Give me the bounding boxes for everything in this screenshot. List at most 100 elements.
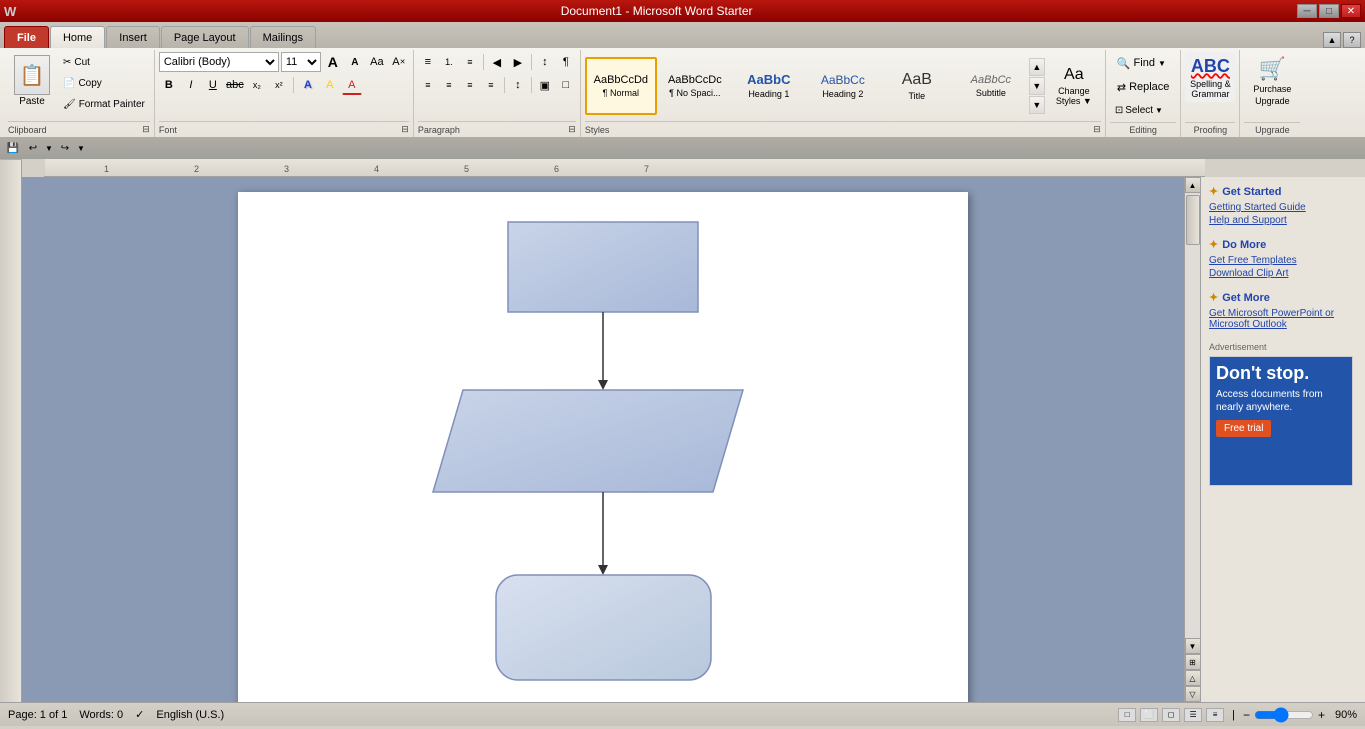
view-outline[interactable]: ☰ <box>1184 708 1202 722</box>
flowchart[interactable] <box>258 212 948 702</box>
ribbon: 📋 Paste ✂ Cut 📄 Copy 🖌 <box>0 48 1365 137</box>
change-case-button[interactable]: Aa <box>367 52 387 72</box>
align-left-button[interactable]: ≡ <box>418 75 438 95</box>
align-right-button[interactable]: ≡ <box>460 75 480 95</box>
flowchart-diamond[interactable] <box>433 390 743 492</box>
shading-button[interactable]: ▣ <box>535 75 555 95</box>
font-shrink-button[interactable]: A <box>345 52 365 72</box>
zoom-out-button[interactable]: − <box>1243 708 1250 722</box>
scrollbar-vertical[interactable]: ▲ ▼ ⊞ △ ▽ <box>1184 177 1200 702</box>
qa-more-button[interactable]: ▼ <box>76 139 86 157</box>
tab-insert[interactable]: Insert <box>106 26 160 48</box>
styles-expand-icon[interactable]: ⊟ <box>1093 124 1101 135</box>
underline-button[interactable]: U <box>203 75 223 95</box>
italic-button[interactable]: I <box>181 75 201 95</box>
powerpoint-outlook-link[interactable]: Get Microsoft PowerPoint or Microsoft Ou… <box>1209 308 1357 330</box>
font-expand-icon[interactable]: ⊟ <box>401 124 409 135</box>
styles-scroll-up[interactable]: ▲ <box>1029 58 1045 76</box>
view-web-layout[interactable]: ◻ <box>1162 708 1180 722</box>
borders-button[interactable]: □ <box>556 75 576 95</box>
close-button[interactable]: ✕ <box>1341 4 1361 18</box>
replace-button[interactable]: ⇄ Replace <box>1110 76 1177 98</box>
numbering-button[interactable]: 1. <box>439 52 459 72</box>
copy-button[interactable]: 📄 Copy <box>58 73 150 93</box>
view-full-screen[interactable]: ⬜ <box>1140 708 1158 722</box>
format-painter-button[interactable]: 🖌 Format Painter <box>58 94 150 114</box>
spelling-button[interactable]: ABC Spelling & Grammar <box>1185 52 1235 102</box>
spell-check-icon[interactable]: ✓ <box>135 708 144 721</box>
select-button[interactable]: ⊡ Select ▼ <box>1110 100 1168 120</box>
line-spacing-button[interactable]: ↕ <box>508 75 528 95</box>
bold-button[interactable]: B <box>159 75 179 95</box>
clipboard-expand-icon[interactable]: ⊟ <box>142 124 150 135</box>
multilevel-button[interactable]: ≡ <box>460 52 480 72</box>
save-button[interactable]: 💾 <box>4 139 22 157</box>
paragraph-expand-icon[interactable]: ⊟ <box>568 124 576 135</box>
scroll-size-button[interactable]: ⊞ <box>1185 654 1201 670</box>
font-family-select[interactable]: Calibri (Body) <box>159 52 279 72</box>
clear-formatting-button[interactable]: A✕ <box>389 52 409 72</box>
strikethrough-button[interactable]: abc <box>225 75 245 95</box>
ribbon-tab-bar: File Home Insert Page Layout Mailings ▲ … <box>0 22 1365 48</box>
cut-button[interactable]: ✂ Cut <box>58 52 150 72</box>
do-more-title[interactable]: ✦ Do More <box>1209 238 1357 251</box>
superscript-button[interactable]: x² <box>269 75 289 95</box>
tab-home[interactable]: Home <box>50 26 105 48</box>
scroll-page-up-button[interactable]: △ <box>1185 670 1201 686</box>
zoom-slider[interactable] <box>1254 711 1314 719</box>
get-started-title[interactable]: ✦ Get Started <box>1209 185 1357 198</box>
sort-button[interactable]: ↕ <box>535 52 555 72</box>
help-button[interactable]: ? <box>1343 32 1361 48</box>
redo-button[interactable]: ↪ <box>56 139 74 157</box>
undo-button[interactable]: ↩ <box>24 139 42 157</box>
style-heading2[interactable]: AaBbCc Heading 2 <box>807 57 879 115</box>
language-info[interactable]: English (U.S.) <box>156 709 224 721</box>
ad-free-trial-button[interactable]: Free trial <box>1216 420 1271 437</box>
style-normal[interactable]: AaBbCcDd ¶ Normal <box>585 57 657 115</box>
minimize-button[interactable]: ─ <box>1297 4 1317 18</box>
ribbon-minimize-button[interactable]: ▲ <box>1323 32 1341 48</box>
purchase-upgrade-button[interactable]: 🛒 Purchase Upgrade <box>1244 52 1300 110</box>
style-subtitle[interactable]: AaBbCc Subtitle <box>955 57 1027 115</box>
align-center-button[interactable]: ≡ <box>439 75 459 95</box>
find-button[interactable]: 🔍 Find ▼ <box>1110 52 1173 74</box>
tab-page-layout[interactable]: Page Layout <box>161 26 249 48</box>
text-effects-button[interactable]: A <box>298 75 318 95</box>
help-support-link[interactable]: Help and Support <box>1209 215 1357 226</box>
tab-mailings[interactable]: Mailings <box>250 26 316 48</box>
highlight-button[interactable]: A <box>320 75 340 95</box>
change-styles-button[interactable]: Aa ChangeStyles ▼ <box>1047 57 1101 115</box>
styles-more[interactable]: ▼ <box>1029 96 1045 114</box>
maximize-button[interactable]: □ <box>1319 4 1339 18</box>
subscript-button[interactable]: x₂ <box>247 75 267 95</box>
scroll-page-down-button[interactable]: ▽ <box>1185 686 1201 702</box>
styles-scroll-down[interactable]: ▼ <box>1029 77 1045 95</box>
font-color-button[interactable]: A <box>342 75 362 95</box>
show-para-button[interactable]: ¶ <box>556 52 576 72</box>
undo-arrow-button[interactable]: ▼ <box>44 139 54 157</box>
increase-indent-button[interactable]: ▶ <box>508 52 528 72</box>
font-size-select[interactable]: 11 <box>281 52 321 72</box>
scroll-down-button[interactable]: ▼ <box>1185 638 1201 654</box>
style-no-spacing[interactable]: AaBbCcDc ¶ No Spaci... <box>659 57 731 115</box>
get-more-title[interactable]: ✦ Get More <box>1209 291 1357 304</box>
view-print-layout[interactable]: □ <box>1118 708 1136 722</box>
style-title[interactable]: AaB Title <box>881 57 953 115</box>
style-heading1[interactable]: AaBbC Heading 1 <box>733 57 805 115</box>
flowchart-rounded-rect[interactable] <box>496 575 711 680</box>
getting-started-guide-link[interactable]: Getting Started Guide <box>1209 202 1357 213</box>
view-draft[interactable]: ≡ <box>1206 708 1224 722</box>
bullets-button[interactable]: ≡ <box>418 52 438 72</box>
free-templates-link[interactable]: Get Free Templates <box>1209 255 1357 266</box>
scroll-thumb[interactable] <box>1186 195 1200 245</box>
justify-button[interactable]: ≡ <box>481 75 501 95</box>
download-clipart-link[interactable]: Download Clip Art <box>1209 268 1357 279</box>
paste-button[interactable]: 📋 Paste <box>8 52 56 112</box>
zoom-in-button[interactable]: + <box>1318 708 1325 722</box>
font-grow-button[interactable]: A <box>323 52 343 72</box>
decrease-indent-button[interactable]: ◀ <box>487 52 507 72</box>
tab-file[interactable]: File <box>4 26 49 48</box>
flowchart-rect[interactable] <box>508 222 698 312</box>
scroll-up-button[interactable]: ▲ <box>1185 177 1201 193</box>
document-scroll-area[interactable] <box>22 177 1184 702</box>
